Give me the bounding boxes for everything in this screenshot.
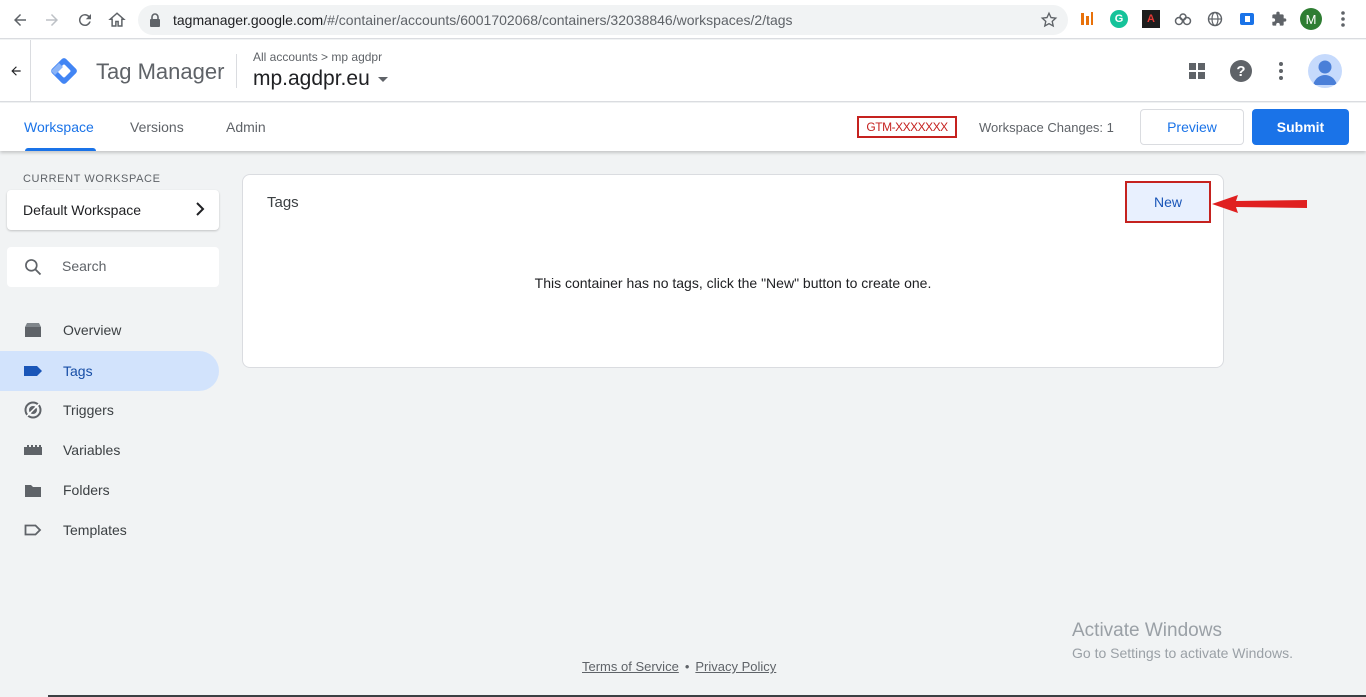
dropdown-caret-icon (377, 76, 388, 82)
footer: Terms of Service • Privacy Policy (582, 659, 776, 674)
tag-manager-logo-icon[interactable] (48, 55, 80, 87)
sidebar-item-templates[interactable]: Templates (0, 510, 219, 550)
sidebar-item-overview[interactable]: Overview (0, 310, 219, 350)
product-name: Tag Manager (96, 59, 225, 84)
empty-state-message: This container has no tags, click the "N… (534, 275, 932, 291)
active-tab-indicator (25, 148, 96, 151)
watermark-subtitle: Go to Settings to activate Windows. (1072, 645, 1293, 661)
workspace-changes: Workspace Changes: 1 (979, 120, 1114, 135)
sidebar-item-label: Triggers (63, 402, 114, 418)
globe-icon[interactable] (1206, 10, 1224, 28)
address-bar[interactable]: tagmanager.google.com/#/container/accoun… (138, 5, 1068, 35)
sidebar-item-triggers[interactable]: Triggers (0, 390, 219, 430)
tags-card: Tags New This container has no tags, cli… (242, 174, 1224, 368)
more-vert-icon[interactable] (1268, 58, 1294, 84)
back-arrow-icon[interactable] (4, 59, 28, 83)
container-name: mp.agdpr.eu (253, 67, 370, 90)
url-text: tagmanager.google.com/#/container/accoun… (173, 12, 793, 28)
browser-menu-icon[interactable] (1334, 10, 1352, 28)
pdf-icon[interactable]: A (1142, 10, 1160, 28)
svg-text:?: ? (1236, 63, 1245, 80)
app-header: Tag Manager All accounts > mp agdpr mp.a… (0, 40, 1366, 102)
template-icon (23, 521, 43, 539)
tag-icon (23, 362, 43, 380)
browser-forward-icon[interactable] (40, 8, 64, 32)
extension-bars-icon[interactable] (1078, 10, 1096, 28)
browser-reload-icon[interactable] (73, 8, 97, 32)
privacy-link[interactable]: Privacy Policy (695, 659, 776, 674)
search-input[interactable] (62, 258, 212, 274)
breadcrumb-account[interactable]: mp agdpr (331, 50, 382, 64)
annotation-arrow-icon (1212, 195, 1307, 213)
breadcrumb-separator: > (321, 50, 329, 64)
lock-icon (148, 12, 162, 33)
trigger-icon (23, 401, 43, 419)
help-icon[interactable]: ? (1228, 58, 1254, 84)
windows-activation-watermark: Activate Windows Go to Settings to activ… (1072, 620, 1293, 661)
preview-button[interactable]: Preview (1140, 109, 1244, 145)
tab-versions[interactable]: Versions (130, 119, 184, 135)
sidebar-item-folders[interactable]: Folders (0, 470, 219, 510)
chevron-right-icon (195, 202, 205, 221)
extensions-puzzle-icon[interactable] (1270, 10, 1288, 28)
sidebar-item-label: Templates (63, 522, 127, 538)
workspace-name: Default Workspace (23, 202, 142, 218)
current-workspace-label: CURRENT WORKSPACE (23, 173, 161, 185)
card-title: Tags (267, 194, 299, 211)
sidebar-item-label: Tags (63, 363, 93, 379)
workspace-selector[interactable]: Default Workspace (7, 190, 219, 230)
sidebar-item-label: Overview (63, 322, 122, 338)
sidebar-item-label: Variables (63, 442, 121, 458)
grammarly-icon[interactable]: G (1110, 10, 1128, 28)
variables-icon (23, 441, 43, 459)
breadcrumb-all-accounts[interactable]: All accounts (253, 50, 318, 64)
account-avatar[interactable] (1308, 54, 1342, 88)
container-id[interactable]: GTM-XXXXXXX (857, 116, 957, 138)
footer-separator: • (684, 659, 690, 674)
apps-grid-icon[interactable] (1184, 58, 1210, 84)
browser-toolbar: tagmanager.google.com/#/container/accoun… (0, 0, 1366, 39)
extension-cloud-icon[interactable] (1174, 10, 1192, 28)
submit-button[interactable]: Submit (1252, 109, 1349, 145)
sidebar-item-tags[interactable]: Tags (0, 351, 219, 391)
container-selector[interactable]: mp.agdpr.eu (253, 67, 388, 91)
overview-icon (23, 321, 43, 339)
terms-link[interactable]: Terms of Service (582, 659, 679, 674)
divider (236, 54, 237, 88)
watermark-title: Activate Windows (1072, 620, 1222, 641)
breadcrumb[interactable]: All accounts > mp agdpr (253, 50, 382, 64)
bookmark-star-icon[interactable] (1040, 11, 1058, 34)
tab-admin[interactable]: Admin (226, 119, 266, 135)
workspace-tabs-bar: Workspace Versions Admin GTM-XXXXXXX Wor… (0, 103, 1366, 151)
tab-workspace[interactable]: Workspace (24, 119, 94, 135)
browser-back-icon[interactable] (8, 8, 32, 32)
divider (30, 40, 31, 102)
new-tag-button[interactable]: New (1125, 181, 1211, 223)
search-icon (23, 257, 43, 282)
extension-blue-icon[interactable] (1238, 10, 1256, 28)
folder-icon (23, 481, 43, 499)
sidebar-item-label: Folders (63, 482, 110, 498)
browser-profile-avatar[interactable]: M (1300, 8, 1322, 30)
sidebar-item-variables[interactable]: Variables (0, 430, 219, 470)
sidebar-search[interactable] (7, 247, 219, 287)
browser-home-icon[interactable] (105, 8, 129, 32)
